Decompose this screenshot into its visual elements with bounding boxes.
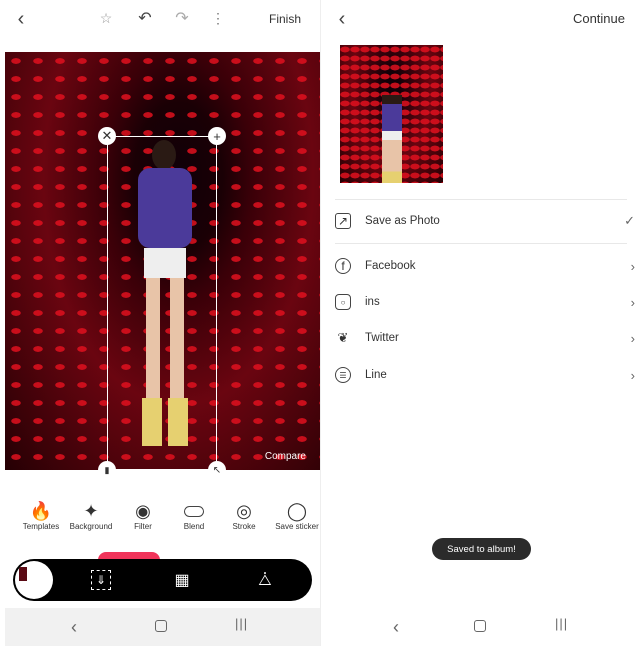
- plus-icon[interactable]: +: [208, 127, 226, 145]
- redo-icon[interactable]: ↷: [172, 8, 192, 28]
- chevron-right-icon: ›: [630, 294, 635, 310]
- back-icon[interactable]: ‹: [10, 8, 32, 30]
- star-icon[interactable]: ☆: [97, 9, 115, 27]
- toast-message: Saved to album!: [432, 538, 531, 560]
- facebook-icon: f: [335, 258, 351, 274]
- option-label: Facebook: [365, 260, 416, 272]
- option-ins[interactable]: ○ ins ›: [335, 291, 635, 313]
- option-save-as-photo[interactable]: ↗ Save as Photo ✓: [335, 210, 635, 232]
- chevron-right-icon: ›: [630, 330, 635, 346]
- flip-icon[interactable]: ▮: [98, 461, 116, 479]
- nav-home-icon[interactable]: [155, 620, 167, 632]
- option-label: Save as Photo: [365, 215, 440, 227]
- tool-label: Save sticker: [275, 522, 319, 531]
- nav-back-icon[interactable]: ‹: [71, 617, 77, 638]
- option-label: Line: [365, 369, 387, 381]
- system-nav-bar: ‹ |||: [5, 608, 320, 646]
- undo-icon[interactable]: ↶: [135, 8, 155, 28]
- compare-button[interactable]: Compare: [265, 451, 306, 462]
- check-icon: ✓: [624, 213, 635, 228]
- result-thumbnail[interactable]: [340, 45, 443, 183]
- nav-recents-icon[interactable]: |||: [235, 616, 248, 631]
- tool-save-sticker[interactable]: ◯ Save sticker: [267, 500, 327, 532]
- chevron-right-icon: ›: [630, 367, 635, 383]
- back-icon[interactable]: ‹: [331, 8, 353, 30]
- circle-ring-icon: ◎: [236, 500, 252, 521]
- twitter-icon: ❦: [337, 330, 349, 345]
- cutout-icon[interactable]: ⇓: [91, 570, 111, 590]
- thumbnail-button[interactable]: [15, 561, 53, 599]
- tool-stroke[interactable]: ◎ Stroke: [214, 500, 274, 532]
- bottom-action-bar: ⇓ ▦ ⧊: [13, 559, 312, 601]
- option-facebook[interactable]: f Facebook ›: [335, 255, 635, 277]
- divider: [335, 243, 627, 244]
- editor-screen: ‹ ☆ ↶ ↷ ⋮ Finish Compare ✕ + ▮ ↖ 🔥 Templa…: [0, 0, 320, 646]
- finish-button[interactable]: Finish: [269, 12, 301, 26]
- selection-box: [107, 136, 217, 470]
- share-screen: ‹ Continue ↗ Save as Photo ✓ f Facebook › ○ i…: [320, 0, 640, 646]
- chevron-right-icon: ›: [630, 258, 635, 274]
- magic-wand-icon: ✦: [83, 500, 99, 521]
- crop-edit-icon[interactable]: ▦: [171, 569, 193, 591]
- share-icon[interactable]: ⧊: [254, 569, 276, 591]
- option-line[interactable]: ☰ Line ›: [335, 364, 635, 386]
- resize-icon[interactable]: ↖: [208, 461, 226, 479]
- sticker-icon: ◯: [286, 500, 308, 521]
- tool-background[interactable]: ✦ Background: [61, 500, 121, 532]
- line-icon: ☰: [335, 367, 351, 383]
- nav-home-icon[interactable]: [474, 620, 486, 632]
- nav-recents-icon[interactable]: |||: [555, 616, 568, 631]
- more-icon[interactable]: ⋮: [211, 8, 225, 28]
- system-nav-bar: ‹ |||: [321, 608, 640, 646]
- person-cutout: [382, 95, 402, 183]
- nav-back-icon[interactable]: ‹: [393, 617, 399, 638]
- instagram-icon: ○: [335, 294, 351, 310]
- divider: [335, 199, 627, 200]
- option-label: Twitter: [365, 332, 399, 344]
- tool-label: Background: [69, 522, 113, 531]
- image-icon: ↗: [335, 213, 351, 229]
- close-icon[interactable]: ✕: [98, 127, 116, 145]
- tool-label: Stroke: [232, 522, 256, 531]
- option-label: ins: [365, 296, 380, 308]
- option-twitter[interactable]: ❦ Twitter ›: [335, 327, 635, 349]
- continue-button[interactable]: Continue: [573, 11, 625, 26]
